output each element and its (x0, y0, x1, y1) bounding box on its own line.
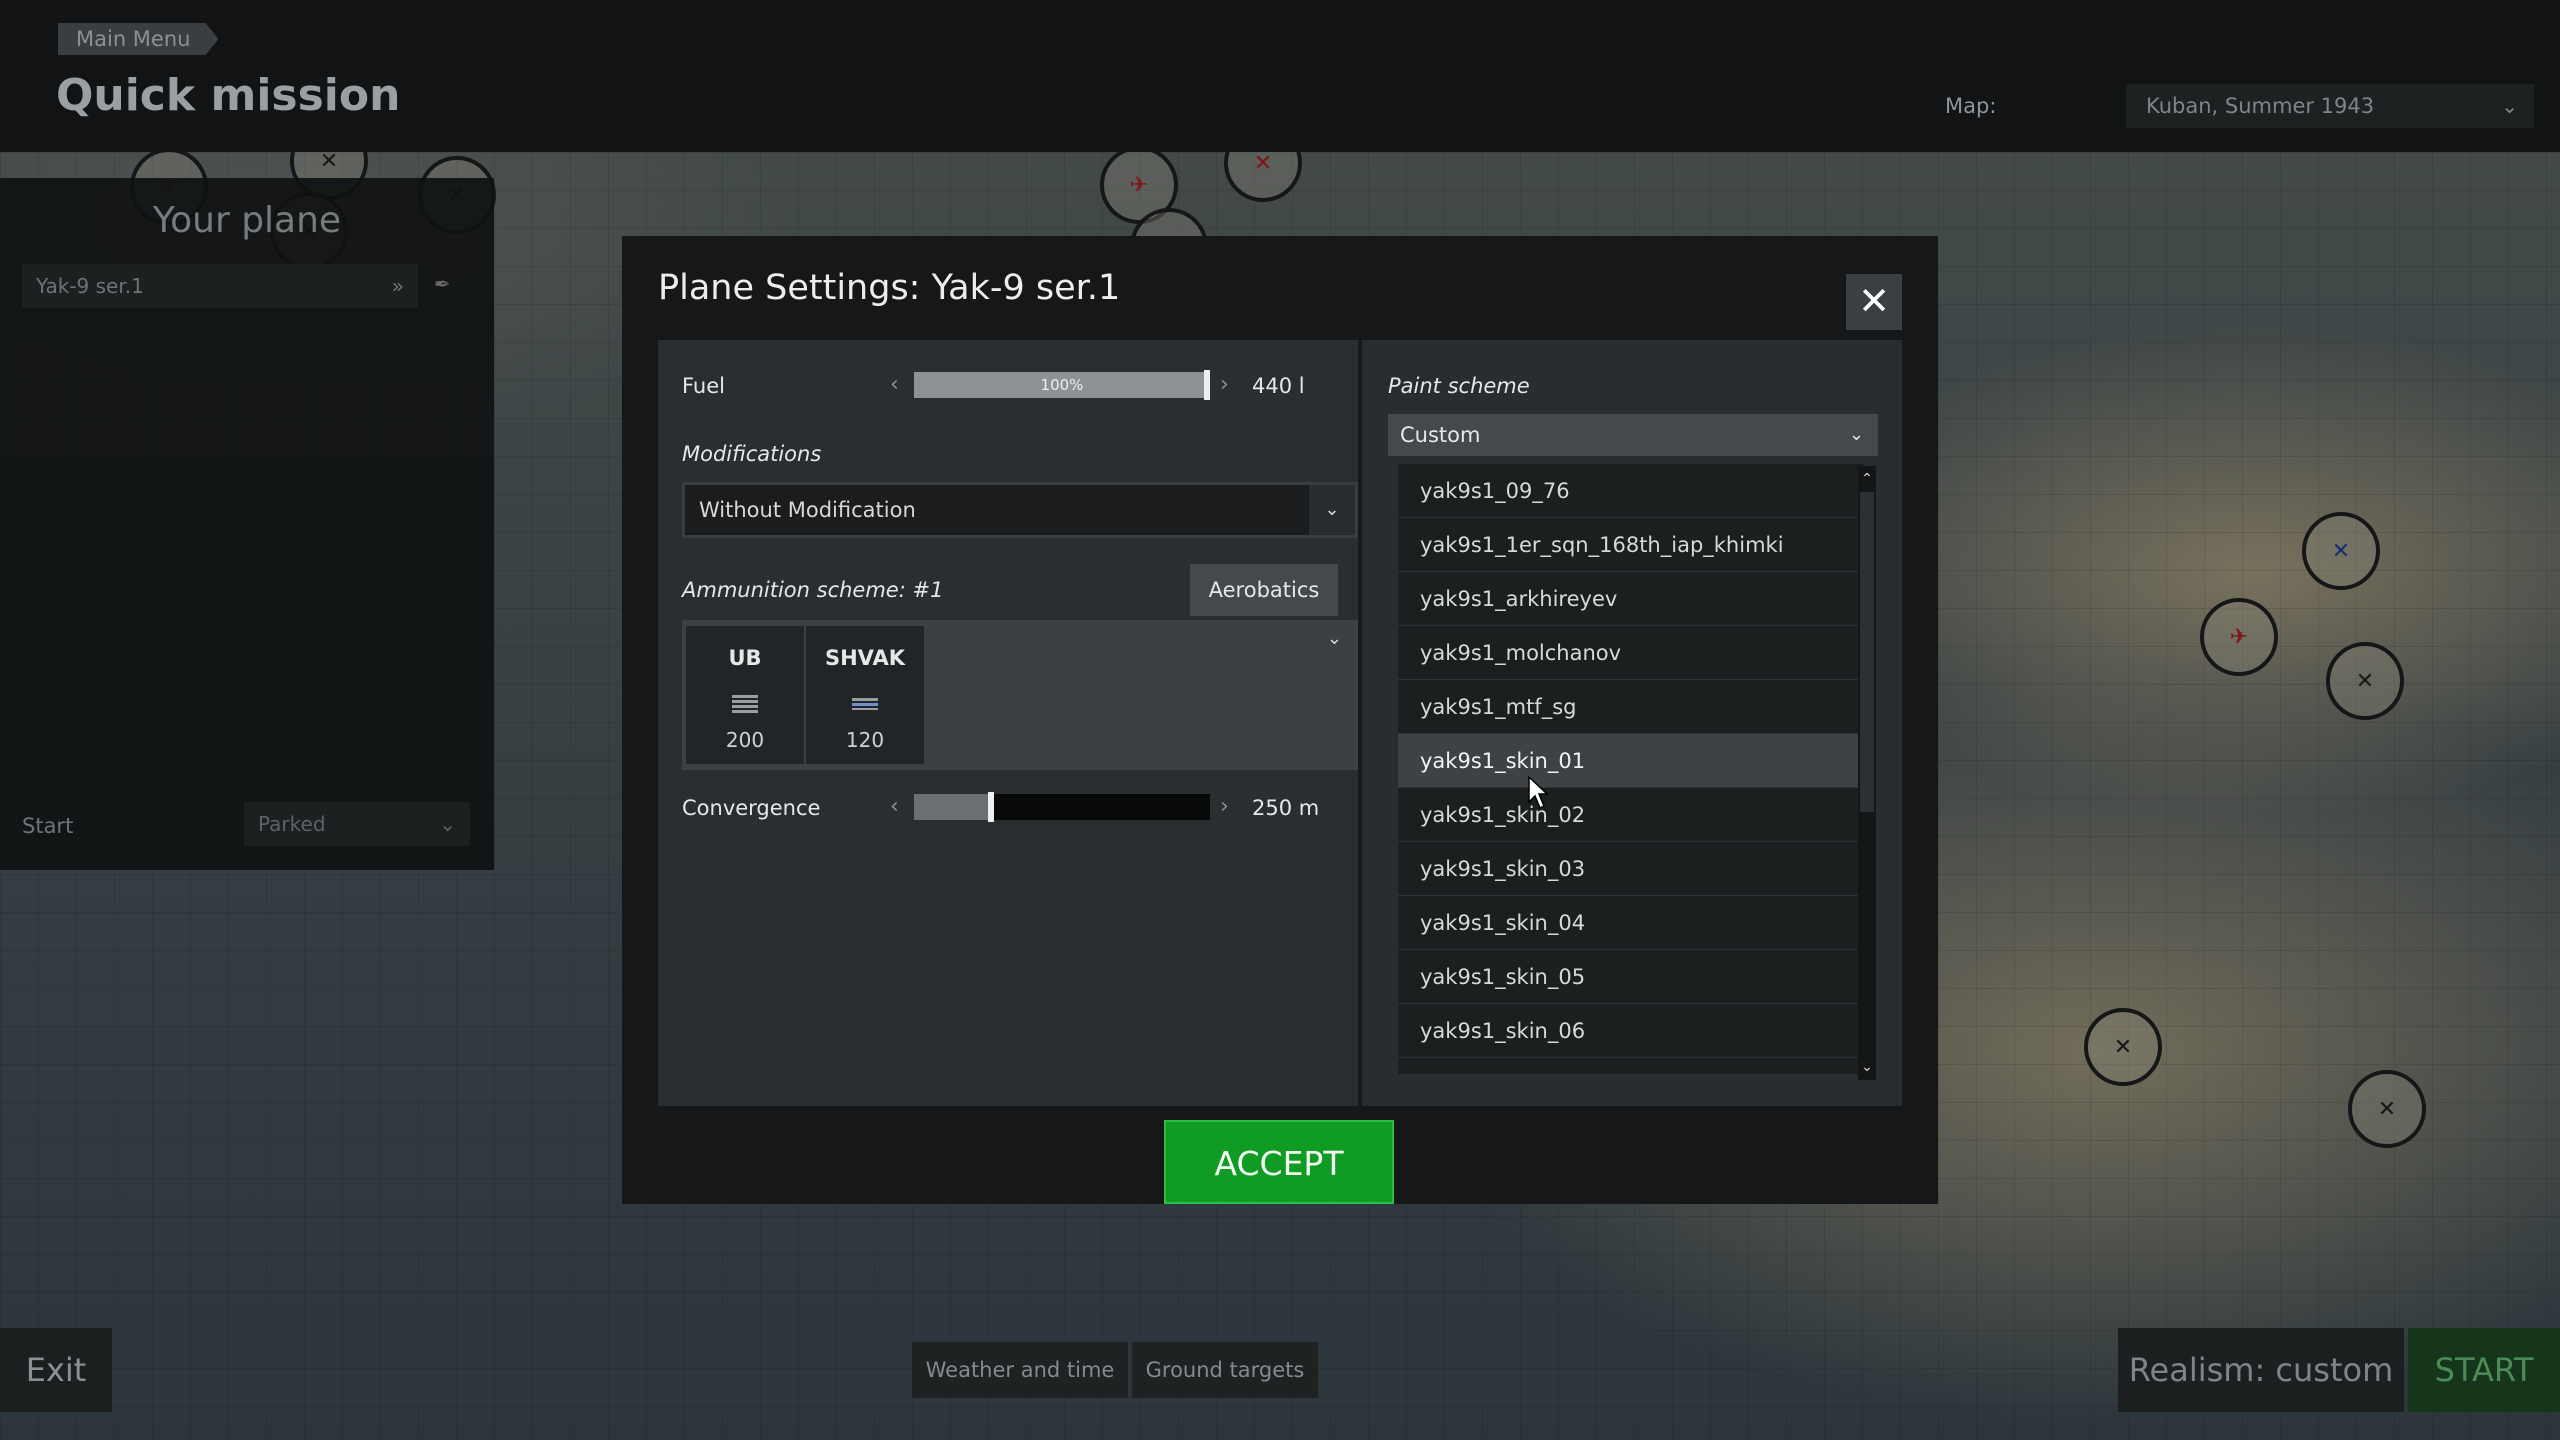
start-button[interactable]: START (2408, 1328, 2560, 1412)
weather-and-time-button[interactable]: Weather and time (912, 1342, 1128, 1398)
gun-slot-ub[interactable]: UB 200 (686, 626, 804, 764)
convergence-slider[interactable] (914, 794, 1210, 820)
fuel-label: Fuel (682, 374, 725, 398)
map-select[interactable]: Kuban, Summer 1943 ⌄ (2126, 84, 2534, 128)
paint-scheme-option[interactable]: yak9s1_skin_05 (1398, 950, 1864, 1004)
chevron-left-icon[interactable]: ‹ (890, 794, 899, 819)
page-title: Quick mission (56, 70, 401, 121)
chevron-right-icon[interactable]: › (1220, 794, 1229, 819)
convergence-value: 250 m (1252, 796, 1320, 820)
close-icon[interactable]: ✕ (1846, 274, 1902, 330)
gun-name: UB (728, 646, 762, 670)
paint-scheme-option[interactable]: yak9s1_skin_01 (1398, 734, 1864, 788)
chevron-down-icon: ⌄ (439, 812, 456, 836)
chevron-down-icon: ⌄ (2501, 94, 2518, 118)
chevron-down-icon: ⌄ (1309, 485, 1355, 535)
paint-scheme-dropdown-list[interactable]: yak9s1_09_76 yak9s1_1er_sqn_168th_iap_khi… (1398, 464, 1864, 1074)
modifications-value: Without Modification (699, 498, 916, 522)
paint-scheme-column: Paint scheme Custom ⌄ yak9s1_09_76 yak9s1… (1362, 340, 1902, 1106)
gun-name: SHVAK (824, 646, 906, 670)
paint-scheme-select[interactable]: Custom ⌄ (1388, 414, 1878, 456)
start-label: Start (22, 814, 74, 838)
exit-button[interactable]: Exit (0, 1328, 112, 1412)
fuel-slider[interactable]: 100% (914, 372, 1210, 398)
your-plane-panel: Your plane Yak-9 ser.1 » ✒ Start Parked … (0, 178, 494, 870)
chevron-up-icon[interactable]: ⌃ (1858, 466, 1876, 492)
chevron-left-icon[interactable]: ‹ (890, 372, 899, 397)
modifications-select[interactable]: Without Modification ⌄ (682, 482, 1358, 538)
your-plane-title: Your plane (152, 200, 342, 241)
shell-belt-icon (852, 698, 878, 710)
paint-scheme-option[interactable]: yak9s1_mtf_sg (1398, 680, 1864, 734)
chevron-down-icon: ⌄ (1848, 424, 1864, 445)
ammunition-panel[interactable]: ⌄ UB 200 SHVAK 120 (682, 620, 1358, 770)
gun-ammo-count: 120 (845, 728, 885, 752)
paint-scheme-option[interactable]: yak9s1_1er_sqn_168th_iap_khimki (1398, 518, 1864, 572)
convergence-label: Convergence (682, 796, 821, 820)
paint-list-scrollbar[interactable]: ⌃ ⌄ (1858, 466, 1876, 1080)
start-select[interactable]: Parked ⌄ (244, 802, 470, 846)
chevron-down-icon[interactable]: ⌄ (1327, 628, 1342, 649)
paint-scheme-option[interactable]: yak9s1_skin_06 (1398, 1004, 1864, 1058)
paint-scheme-value: Custom (1400, 423, 1481, 447)
scrollbar-thumb[interactable] (1860, 492, 1874, 812)
fuel-slider-handle[interactable] (1204, 370, 1210, 400)
gun-ammo-count: 200 (725, 728, 765, 752)
aerobatics-button[interactable]: Aerobatics (1190, 564, 1338, 616)
breadcrumb-main-menu[interactable]: Main Menu (58, 23, 219, 55)
start-select-value: Parked (258, 812, 326, 836)
mouse-cursor-icon (1528, 776, 1548, 810)
paint-scheme-option[interactable]: yak9s1_molchanov (1398, 626, 1864, 680)
paint-scheme-option[interactable]: yak9s1_skin_02 (1398, 788, 1864, 842)
paint-scheme-label: Paint scheme (1388, 374, 1530, 398)
bullet-belt-icon (732, 695, 758, 713)
chevron-right-icon[interactable]: › (1220, 372, 1229, 397)
convergence-slider-handle[interactable] (988, 792, 994, 822)
paint-scheme-option[interactable]: yak9s1_arkhireyev (1398, 572, 1864, 626)
settings-left-column: Fuel ‹ 100% › 440 l Modifications Withou… (658, 340, 1358, 1106)
accept-button[interactable]: ACCEPT (1164, 1120, 1394, 1204)
plane-settings-dialog: Plane Settings: Yak-9 ser.1 ✕ Fuel ‹ 100… (622, 236, 1938, 1204)
map-select-value: Kuban, Summer 1943 (2146, 94, 2375, 118)
paint-scheme-option[interactable]: yak9s1_09_76 (1398, 464, 1864, 518)
realism-button[interactable]: Realism: custom (2118, 1328, 2404, 1412)
map-label: Map: (1945, 94, 1997, 118)
gun-slot-shvak[interactable]: SHVAK 120 (806, 626, 924, 764)
double-chevron-right-icon[interactable]: » (392, 264, 404, 308)
convergence-slider-fill (914, 794, 988, 820)
wrench-icon[interactable]: ✒ (434, 272, 451, 296)
ground-targets-button[interactable]: Ground targets (1132, 1342, 1318, 1398)
fuel-percent: 100% (1040, 376, 1084, 394)
dialog-title: Plane Settings: Yak-9 ser.1 (658, 268, 1121, 308)
dialog-body: Fuel ‹ 100% › 440 l Modifications Withou… (658, 340, 1902, 1106)
chevron-down-icon[interactable]: ⌄ (1858, 1054, 1876, 1080)
modifications-label: Modifications (682, 442, 822, 466)
paint-scheme-option[interactable]: yak9s1_skin_04 (1398, 896, 1864, 950)
ammunition-scheme-label: Ammunition scheme: #1 (682, 578, 944, 602)
fuel-value: 440 l (1252, 374, 1305, 398)
top-bar: Main Menu Quick mission Map: Kuban, Summ… (0, 0, 2560, 152)
paint-scheme-option[interactable]: yak9s1_skin_03 (1398, 842, 1864, 896)
plane-name: Yak-9 ser.1 (36, 274, 144, 298)
plane-select[interactable]: Yak-9 ser.1 » (22, 264, 418, 308)
